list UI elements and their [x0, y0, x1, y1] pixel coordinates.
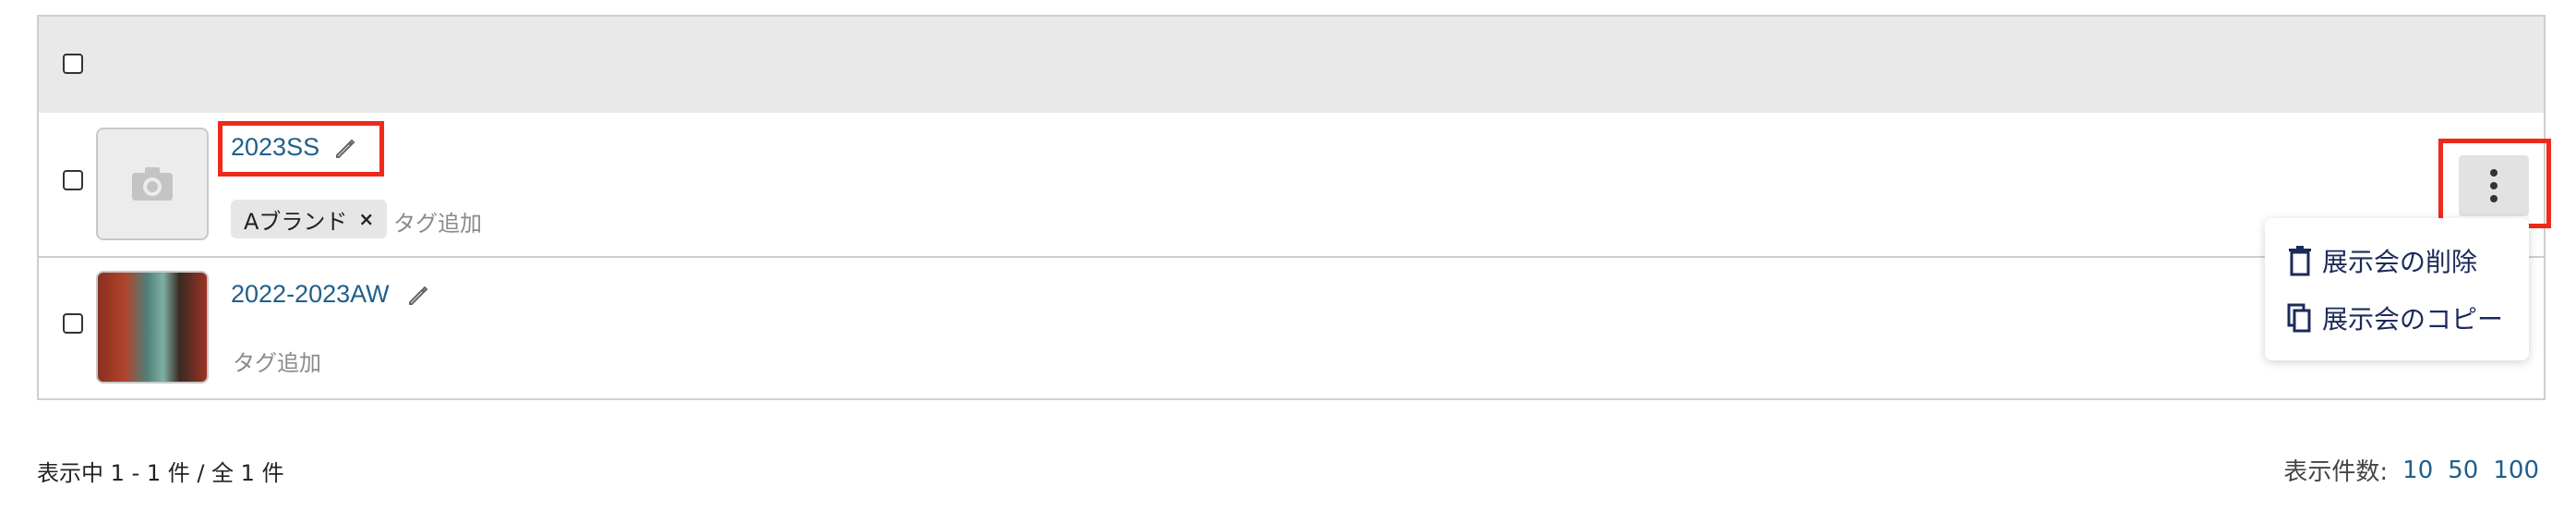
delete-exhibition-menu-item[interactable]: 展示会の削除 [2287, 242, 2477, 279]
copy-exhibition-menu-item[interactable]: 展示会のコピー [2287, 299, 2503, 336]
camera-icon[interactable] [96, 128, 209, 240]
table-header [39, 17, 2544, 115]
delete-exhibition-label: 展示会の削除 [2322, 247, 2478, 277]
highlight-box-title [218, 121, 384, 177]
kebab-dot-icon [2490, 169, 2498, 177]
kebab-dot-icon [2490, 182, 2498, 189]
add-tag-link[interactable]: タグ追加 [233, 345, 321, 377]
per-page-label: 表示件数: [2283, 458, 2389, 486]
copy-icon [2287, 303, 2311, 333]
per-page-option-100[interactable]: 100 [2493, 457, 2539, 484]
remove-tag-icon[interactable]: × [358, 208, 374, 230]
per-page-option-10[interactable]: 10 [2402, 457, 2433, 484]
pencil-edit-icon[interactable] [406, 284, 430, 308]
kebab-dot-icon [2490, 195, 2498, 202]
context-menu: 展示会の削除 展示会のコピー [2265, 218, 2529, 360]
exhibition-thumbnail[interactable] [96, 271, 209, 384]
exhibition-title-link[interactable]: 2022-2023AW [231, 280, 390, 309]
table-row: 2023SS Aブランド × タグ追加 [39, 113, 2544, 258]
row-checkbox[interactable] [63, 313, 83, 334]
more-options-button[interactable] [2459, 155, 2529, 216]
copy-exhibition-label: 展示会のコピー [2322, 304, 2504, 335]
row-checkbox[interactable] [63, 170, 83, 190]
tag-label: Aブランド [244, 208, 348, 235]
pagination-count: 表示中 1 - 1 件 / 全 1 件 [37, 460, 284, 486]
add-tag-link[interactable]: タグ追加 [393, 205, 482, 238]
select-all-checkbox[interactable] [63, 54, 83, 74]
tag-chip: Aブランド × [231, 200, 388, 238]
exhibition-table: 2023SS Aブランド × タグ追加 2022-2023AW タグ追加 [37, 15, 2546, 400]
per-page-selector: 表示件数: 10 50 100 [2283, 453, 2539, 487]
per-page-option-50[interactable]: 50 [2448, 457, 2478, 484]
table-row: 2022-2023AW タグ追加 [39, 258, 2544, 398]
trash-icon [2289, 246, 2311, 276]
